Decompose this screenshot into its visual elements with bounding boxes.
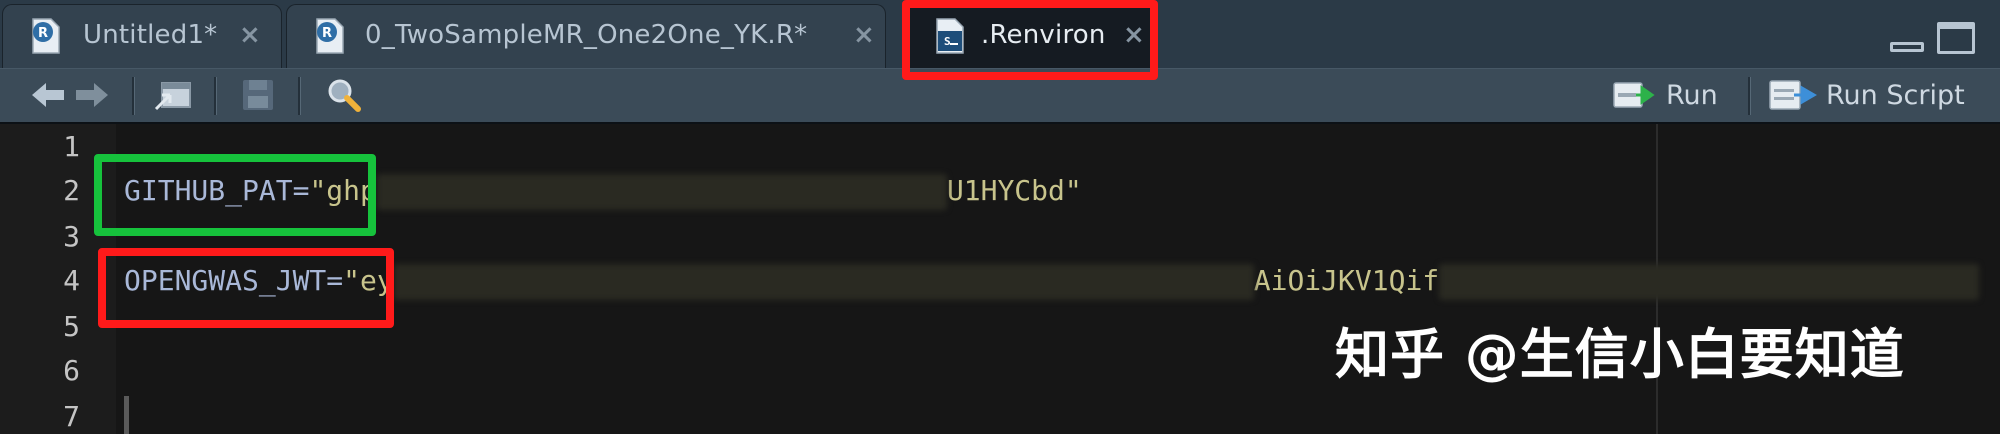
- token-visible-end: f: [1422, 264, 1440, 297]
- tab-untitled1[interactable]: R Untitled1* ×: [2, 4, 282, 68]
- svg-text:R: R: [322, 26, 332, 41]
- minimize-pane-icon[interactable]: [1890, 42, 1924, 52]
- line-number: 2: [63, 174, 80, 207]
- token-visible-end: U1HYCbd": [946, 174, 1082, 207]
- arrow-left-icon[interactable]: [28, 75, 68, 115]
- token-visible-mid: AiOiJKV1Qi: [1253, 264, 1423, 297]
- line-number: 5: [63, 310, 80, 343]
- line-number: 4: [63, 264, 80, 297]
- run-script-icon[interactable]: [1768, 75, 1818, 115]
- close-icon[interactable]: ×: [239, 20, 261, 50]
- blurred-token: [1439, 264, 1980, 300]
- tab-twosamplemr-script[interactable]: R 0_TwoSampleMR_One2One_YK.R* ×: [286, 4, 886, 68]
- toolbar-separator: [214, 77, 217, 115]
- popout-icon[interactable]: [152, 75, 194, 115]
- watermark: 知乎 @生信小白要知道: [1335, 323, 1905, 386]
- arrow-right-icon[interactable]: [72, 75, 112, 115]
- code-line-opengwas-jwt[interactable]: OPENGWAS_JWT="ey AiOiJKV1Qif: [124, 264, 1980, 300]
- toolbar-separator: [1748, 77, 1751, 115]
- github-pat-highlight-box: [94, 154, 376, 236]
- line-number: 6: [63, 354, 80, 387]
- tab-label: Untitled1*: [83, 20, 218, 50]
- run-line-icon[interactable]: [1612, 75, 1658, 115]
- blurred-token: [393, 264, 1254, 300]
- line-number: 1: [63, 130, 80, 163]
- close-icon[interactable]: ×: [853, 20, 875, 50]
- opengwas-jwt-highlight-box: [98, 248, 394, 328]
- line-number: 7: [63, 400, 80, 433]
- blurred-token: [376, 174, 947, 210]
- toolbar-separator: [298, 77, 301, 115]
- run-script-button[interactable]: Run Script: [1826, 80, 1965, 111]
- renviron-tab-highlight-box: [902, 0, 1158, 80]
- toolbar-separator: [132, 77, 135, 115]
- tab-label: 0_TwoSampleMR_One2One_YK.R*: [365, 20, 808, 50]
- run-button[interactable]: Run: [1666, 80, 1718, 111]
- svg-text:R: R: [38, 26, 48, 41]
- maximize-pane-icon[interactable]: [1937, 22, 1975, 54]
- cursor-indicator: [124, 396, 129, 434]
- floppy-disk-icon[interactable]: [240, 75, 276, 115]
- line-number: 3: [63, 220, 80, 253]
- rstudio-source-pane: R Untitled1* × R 0_TwoSampleMR_One2One_Y…: [0, 0, 2000, 434]
- magnifier-icon[interactable]: [324, 75, 364, 115]
- r-file-icon: R: [316, 18, 344, 54]
- r-file-icon: R: [32, 18, 60, 54]
